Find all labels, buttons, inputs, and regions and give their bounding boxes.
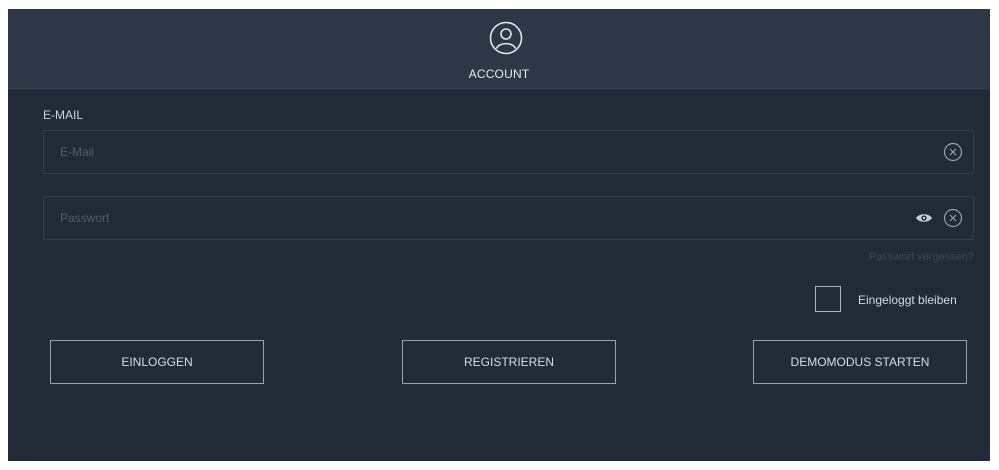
account-panel: ACCOUNT E-MAIL Passwort vergessen? xyxy=(8,9,990,461)
email-label: E-MAIL xyxy=(43,108,84,122)
stay-logged-in-label: Eingeloggt bleiben xyxy=(858,293,957,307)
email-input[interactable] xyxy=(44,131,910,173)
password-input[interactable] xyxy=(44,197,910,239)
password-field xyxy=(43,196,974,240)
login-button[interactable]: EINLOGGEN xyxy=(50,340,264,384)
account-header: ACCOUNT xyxy=(8,9,990,91)
stay-logged-in-toggle[interactable]: Eingeloggt bleiben xyxy=(815,285,975,315)
email-field xyxy=(43,130,974,174)
page: ACCOUNT E-MAIL Passwort vergessen? xyxy=(0,0,999,470)
clear-password-icon[interactable] xyxy=(943,208,963,228)
eye-icon[interactable] xyxy=(915,210,933,226)
user-circle-icon xyxy=(489,21,523,55)
forgot-password-link[interactable]: Passwort vergessen? xyxy=(869,251,974,263)
header-title: ACCOUNT xyxy=(468,67,530,81)
demo-mode-button[interactable]: DEMOMODUS STARTEN xyxy=(753,340,967,384)
clear-email-icon[interactable] xyxy=(943,142,963,162)
register-button[interactable]: REGISTRIEREN xyxy=(402,340,616,384)
stay-logged-in-checkbox[interactable] xyxy=(815,286,841,312)
